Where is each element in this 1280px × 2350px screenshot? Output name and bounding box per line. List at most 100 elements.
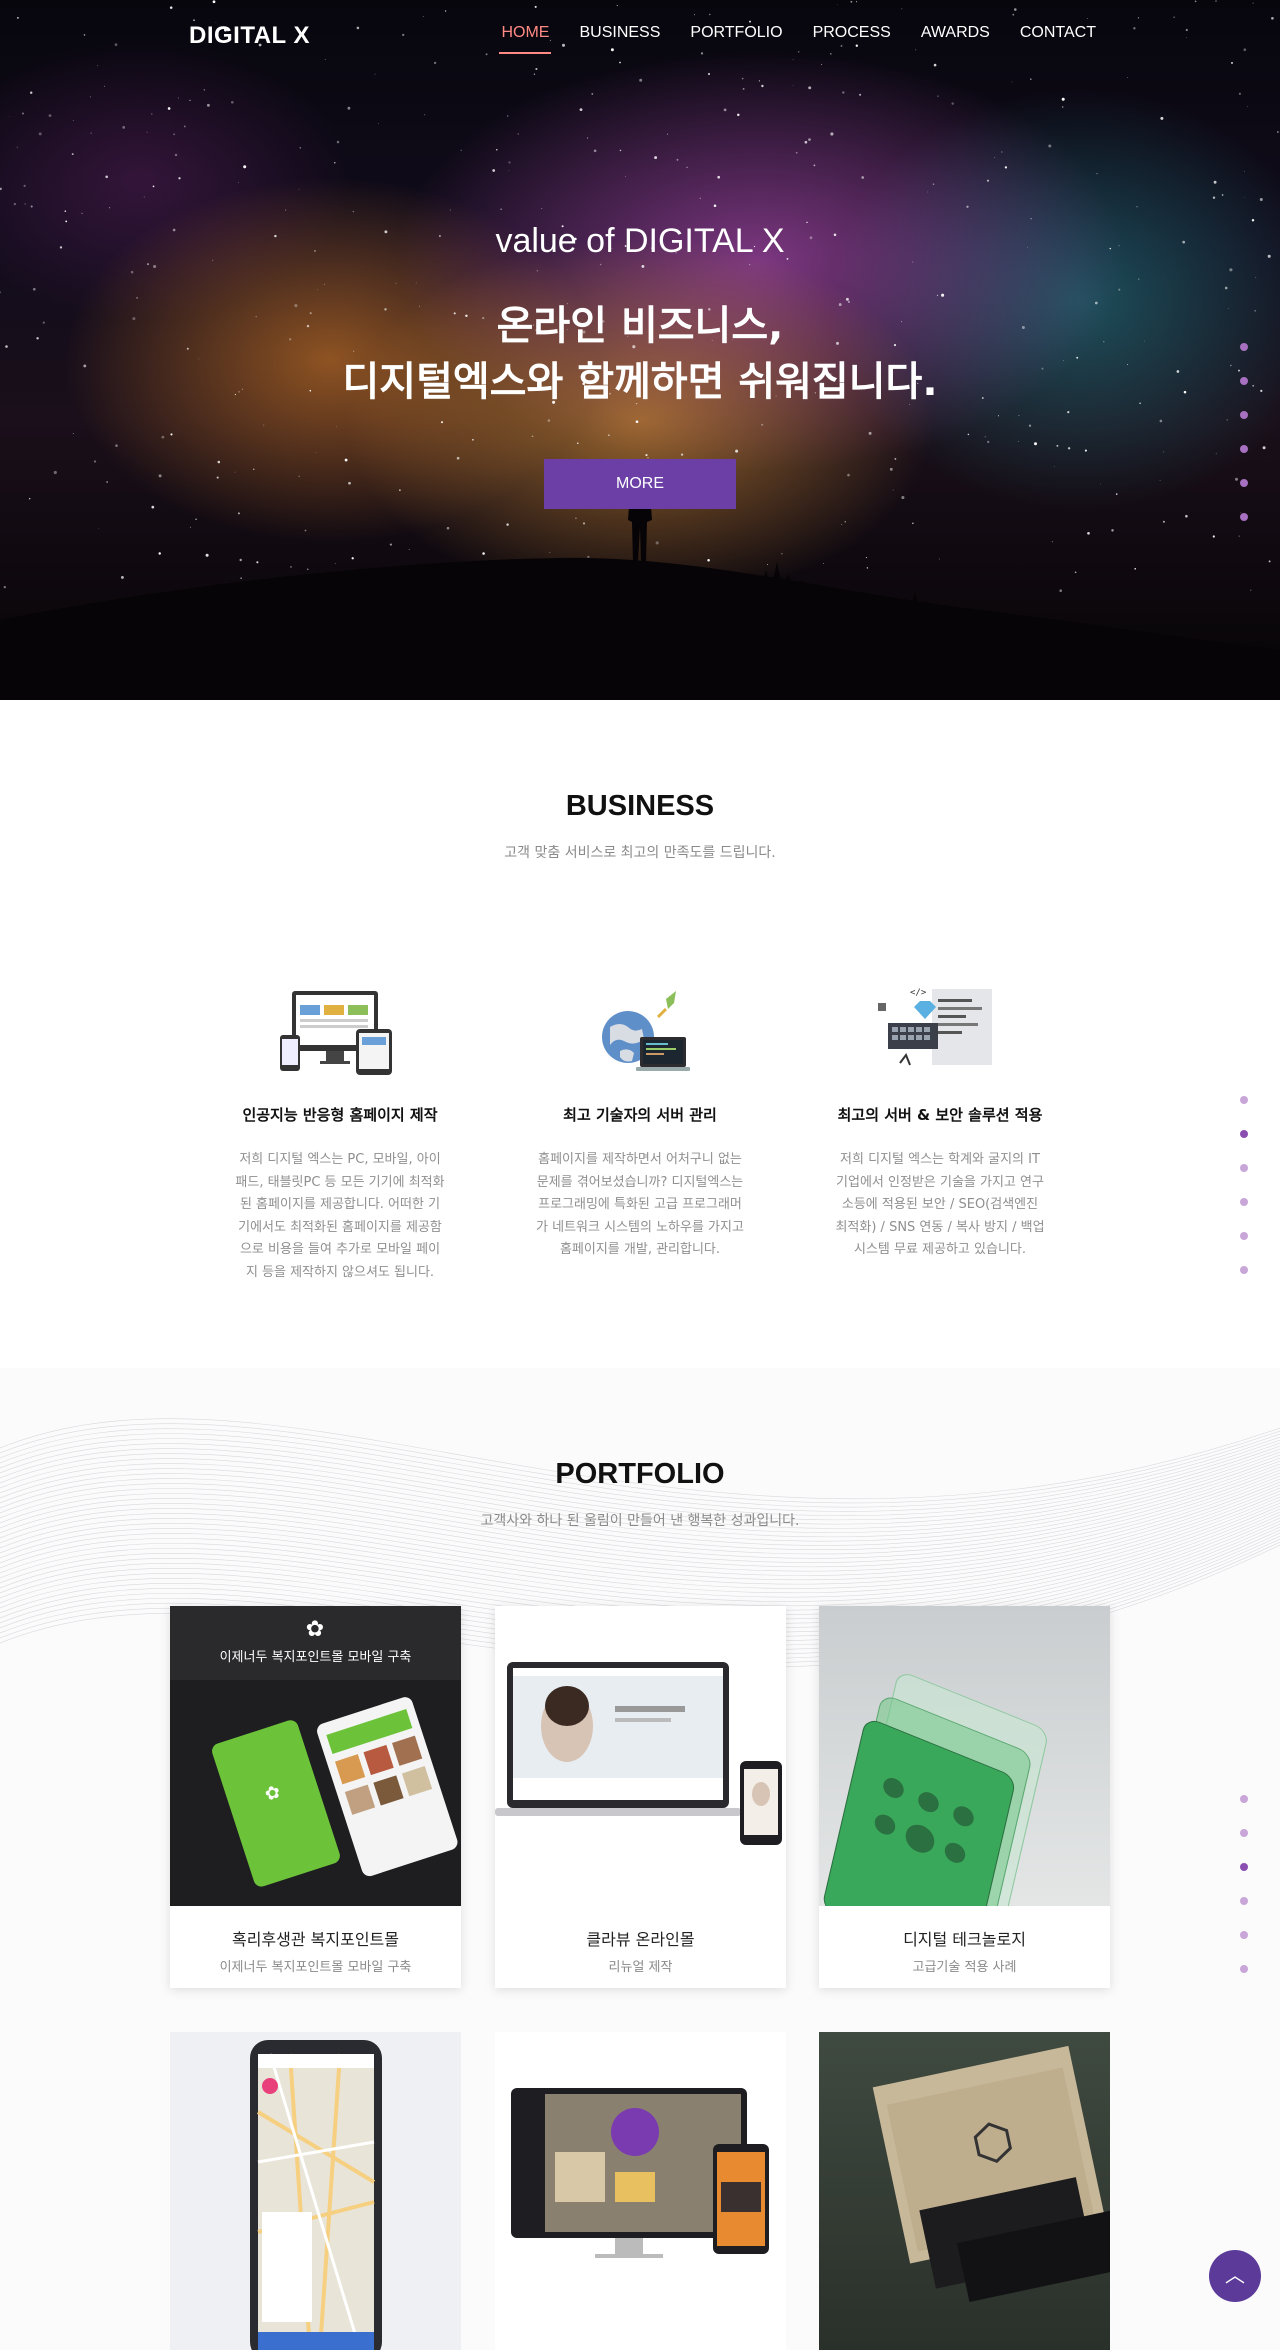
- star: [1229, 268, 1233, 272]
- star: [1259, 197, 1263, 202]
- section-dots: [1240, 1096, 1250, 1300]
- star: [238, 182, 239, 183]
- star: [161, 435, 165, 439]
- nav-awards[interactable]: AWARDS: [921, 24, 990, 54]
- star: [813, 164, 816, 167]
- nav-business[interactable]: BUSINESS: [579, 24, 660, 54]
- star: [64, 210, 67, 212]
- nav-home[interactable]: HOME: [499, 24, 552, 54]
- portfolio-thumbnail: 이제너두 복지포인트몰 모바일 구축 ✿ ✿: [170, 1606, 461, 1906]
- star: [986, 179, 990, 182]
- star: [1213, 180, 1217, 184]
- slide-dot[interactable]: [1240, 377, 1248, 385]
- section-dot[interactable]: [1240, 1266, 1248, 1274]
- portfolio-thumbnail: [495, 2032, 786, 2350]
- star: [635, 420, 639, 424]
- star: [1212, 196, 1216, 199]
- layered-phone-image: [823, 1674, 1047, 1906]
- star: [173, 133, 175, 136]
- hero-subtitle: value of DIGITAL X: [495, 222, 785, 260]
- star: [189, 99, 191, 102]
- business-card-text: 저희 디지털 엑스는 PC, 모바일, 아이패드, 태블릿PC 등 모든 기기에…: [235, 1152, 445, 1280]
- star: [1067, 410, 1070, 414]
- slide-dot[interactable]: [1240, 343, 1248, 351]
- section-dot[interactable]: [1240, 1130, 1248, 1138]
- star: [167, 107, 171, 110]
- slide-dot[interactable]: [1240, 445, 1248, 453]
- more-button[interactable]: MORE: [544, 459, 736, 509]
- star: [23, 184, 26, 187]
- nav-portfolio[interactable]: PORTFOLIO: [690, 24, 782, 54]
- star: [1244, 170, 1246, 172]
- section-dot[interactable]: [1240, 1096, 1248, 1104]
- star: [90, 132, 92, 134]
- section-dot[interactable]: [1240, 1164, 1248, 1172]
- star: [1011, 81, 1013, 83]
- star: [997, 415, 1000, 417]
- portfolio-thumbnail: [170, 2032, 461, 2350]
- star: [72, 119, 74, 121]
- star: [317, 289, 318, 291]
- star: [285, 209, 287, 211]
- star: [1030, 218, 1032, 220]
- star: [147, 263, 149, 266]
- star: [723, 108, 727, 112]
- section-dot[interactable]: [1240, 1965, 1248, 1973]
- section-dot[interactable]: [1240, 1232, 1248, 1240]
- star: [593, 149, 597, 153]
- portfolio-card[interactable]: 디지털 테크놀로지 고급기술 적용 사례: [819, 1606, 1110, 1988]
- star: [536, 269, 539, 272]
- star: [1048, 144, 1052, 148]
- portfolio-card[interactable]: 클라뷰 온라인몰 리뉴얼 제작: [495, 1606, 786, 1988]
- star: [336, 140, 340, 144]
- star: [143, 196, 145, 198]
- star: [38, 132, 42, 136]
- star: [517, 133, 520, 135]
- star: [1061, 97, 1065, 101]
- star: [599, 263, 602, 266]
- star: [1224, 286, 1228, 290]
- nav-contact[interactable]: CONTACT: [1020, 24, 1096, 54]
- portfolio-card[interactable]: 이제너두 복지포인트몰 모바일 구축 ✿ ✿ 혹리후생관 복지포인트몰 이제너두…: [170, 1606, 461, 1988]
- star: [1018, 415, 1020, 416]
- star: [541, 208, 543, 210]
- star: [206, 103, 210, 107]
- star: [937, 95, 939, 97]
- star: [641, 264, 645, 268]
- star: [178, 177, 181, 180]
- star: [1247, 106, 1248, 108]
- star: [508, 170, 510, 171]
- section-dot[interactable]: [1240, 1931, 1248, 1939]
- portfolio-thumbnail: [819, 2032, 1110, 2350]
- svg-text:✿: ✿: [306, 1617, 324, 1642]
- slide-dot[interactable]: [1240, 479, 1248, 487]
- star: [749, 264, 751, 266]
- section-dot[interactable]: [1240, 1897, 1248, 1905]
- star: [547, 419, 551, 422]
- star: [859, 93, 862, 96]
- desktop-mockup-image: [511, 2088, 769, 2258]
- portfolio-card[interactable]: [819, 2032, 1110, 2350]
- scroll-to-top-button[interactable]: ︿: [1209, 2250, 1261, 2302]
- portfolio-card[interactable]: [170, 2032, 461, 2350]
- portfolio-card[interactable]: [495, 2032, 786, 2350]
- section-dot[interactable]: [1240, 1795, 1248, 1803]
- section-dot[interactable]: [1240, 1198, 1248, 1206]
- star: [1277, 131, 1279, 133]
- section-dot[interactable]: [1240, 1863, 1248, 1871]
- star: [230, 100, 234, 104]
- nav-process[interactable]: PROCESS: [813, 24, 891, 54]
- star: [868, 431, 872, 435]
- slide-dot[interactable]: [1240, 513, 1248, 521]
- star: [1004, 166, 1008, 169]
- section-dot[interactable]: [1240, 1829, 1248, 1837]
- map-app-phone-image: [250, 2040, 382, 2350]
- star: [758, 80, 761, 82]
- site-logo[interactable]: DIGITAL X: [189, 22, 310, 50]
- star: [105, 175, 109, 179]
- star: [508, 161, 511, 164]
- svg-text:</>: </>: [910, 988, 927, 998]
- hero-title-line-1: 온라인 비즈니스,: [496, 303, 784, 349]
- responsive-devices-icon: [280, 991, 392, 1075]
- slide-dot[interactable]: [1240, 411, 1248, 419]
